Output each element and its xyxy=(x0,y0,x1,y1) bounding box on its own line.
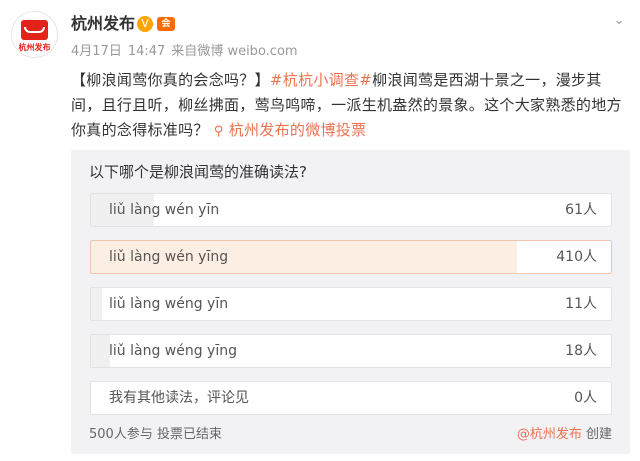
poll-summary: 500人参与 投票已结束 xyxy=(89,426,222,444)
poll-option-bar xyxy=(91,288,103,320)
user-name[interactable]: 杭州发布 xyxy=(71,14,135,34)
poll-option-label: liǔ làng wéng yīn xyxy=(109,296,229,312)
poll-option-count: 410人 xyxy=(556,249,597,265)
poll-card: 以下哪个是柳浪闻莺的准确读法? liǔ làng wén yīn 61人 liǔ… xyxy=(71,150,630,454)
hashtag-link[interactable]: #杭杭小调查# xyxy=(270,71,372,89)
post-text: 【柳浪闻莺你真的会念吗？】#杭杭小调查#柳浪闻莺是西湖十景之一，漫步其间，且行且… xyxy=(71,68,631,144)
poll-option-selected[interactable]: liǔ làng wén yīng 410人 xyxy=(90,240,612,274)
verified-icon: V xyxy=(137,16,153,32)
post-time[interactable]: 14:47 xyxy=(128,44,165,59)
poll-question: 以下哪个是柳浪闻莺的准确读法? xyxy=(89,163,307,181)
vip-badge-icon: 会 xyxy=(157,17,175,31)
post-meta: 4月17日 14:47 来自微博 weibo.com xyxy=(71,44,304,60)
avatar-label: 杭州发布 xyxy=(18,43,51,52)
chevron-down-icon[interactable]: ⌄ xyxy=(612,14,626,28)
avatar[interactable]: 杭州发布 xyxy=(11,11,58,58)
link-icon: ⚲ xyxy=(213,124,224,139)
poll-option-label: liǔ làng wén yīng xyxy=(109,249,229,265)
poll-creator-info: @杭州发布 创建 xyxy=(517,426,612,444)
post-source[interactable]: 微博 weibo.com xyxy=(197,44,297,59)
poll-created-label: 创建 xyxy=(585,427,612,442)
source-prefix: 来自 xyxy=(171,44,198,59)
poll-option[interactable]: liǔ làng wén yīn 61人 xyxy=(90,193,612,227)
post-date[interactable]: 4月17日 xyxy=(71,44,122,59)
post-title: 【柳浪闻莺你真的会念吗？】 xyxy=(71,71,270,89)
poll-participants: 500人参与 xyxy=(89,427,153,442)
poll-option-label: liǔ làng wén yīn xyxy=(109,202,220,218)
poll-link-label: 杭州发布的微博投票 xyxy=(228,121,367,139)
poll-option-bar xyxy=(91,335,110,367)
poll-option-count: 61人 xyxy=(565,202,597,218)
poll-link[interactable]: ⚲ 杭州发布的微博投票 xyxy=(214,121,367,139)
poll-option[interactable]: liǔ làng wéng yīn 11人 xyxy=(90,287,612,321)
poll-option[interactable]: liǔ làng wéng yīng 18人 xyxy=(90,334,612,368)
poll-status: 投票已结束 xyxy=(156,427,222,442)
poll-option-label: liǔ làng wéng yīng xyxy=(109,343,237,359)
poll-option-label: 我有其他读法，评论见 xyxy=(109,390,249,406)
poll-option-count: 18人 xyxy=(565,343,597,359)
poll-option[interactable]: 我有其他读法，评论见 0人 xyxy=(90,381,612,415)
poll-option-count: 0人 xyxy=(574,390,597,406)
poll-creator-link[interactable]: @杭州发布 xyxy=(517,427,582,442)
logo-icon xyxy=(21,20,48,40)
poll-option-count: 11人 xyxy=(565,296,597,312)
